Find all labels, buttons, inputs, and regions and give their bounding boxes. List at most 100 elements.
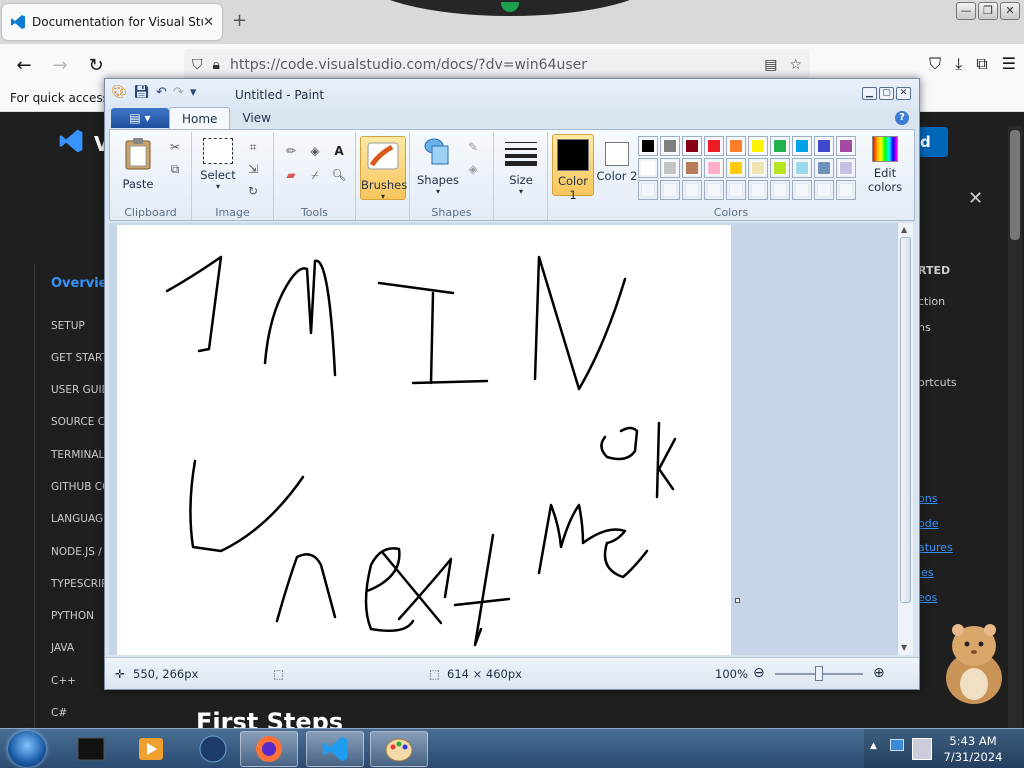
palette-swatch[interactable] [770, 180, 790, 200]
zoom-out-icon[interactable]: ⊖ [753, 665, 765, 681]
brushes-button[interactable]: Brushes ▾ [360, 136, 407, 201]
palette-swatch[interactable] [682, 180, 702, 200]
toc-link[interactable]: ons [918, 492, 937, 505]
palette-swatch[interactable] [814, 136, 834, 156]
taskbar-vscode[interactable] [306, 731, 364, 767]
start-button[interactable] [8, 731, 46, 767]
taskbar-terminal[interactable] [62, 731, 120, 767]
resize-icon[interactable]: ⇲ [244, 160, 262, 178]
palette-swatch[interactable] [814, 158, 834, 178]
taskbar-clock[interactable]: 5:43 AM 7/31/2024 [940, 733, 1006, 765]
palette-swatch[interactable] [770, 136, 790, 156]
toc-link[interactable]: eos [918, 591, 937, 604]
maximize-icon[interactable]: ❐ [978, 2, 998, 20]
canvas-resize-handle[interactable] [735, 598, 740, 603]
size-button[interactable]: Size ▾ [500, 140, 542, 196]
select-button[interactable]: Select ▾ [198, 138, 238, 191]
sidebar-item[interactable]: SOURCE C [51, 416, 105, 428]
palette-swatch[interactable] [814, 180, 834, 200]
palette-swatch[interactable] [660, 180, 680, 200]
color2-button[interactable]: Color 2 [596, 134, 638, 196]
sidebar-item[interactable]: JAVA [51, 642, 74, 654]
palette-swatch[interactable] [770, 158, 790, 178]
menu-icon[interactable]: ☰ [1002, 54, 1016, 74]
reload-icon[interactable]: ↻ [78, 55, 114, 76]
taskbar-browser-alt[interactable] [184, 731, 242, 767]
help-icon[interactable]: ? [895, 111, 909, 125]
toc-item[interactable]: ortcuts [918, 376, 957, 389]
palette-swatch[interactable] [792, 180, 812, 200]
url-text[interactable]: https://code.visualstudio.com/docs/?dv=w… [230, 57, 752, 73]
sidebar-item[interactable]: PYTHON [51, 610, 94, 622]
palette-swatch[interactable] [660, 158, 680, 178]
palette-swatch[interactable] [792, 136, 812, 156]
palette-swatch[interactable] [726, 180, 746, 200]
download-button[interactable]: d [916, 127, 948, 157]
sidebar-item[interactable]: GITHUB CO [51, 481, 110, 493]
color-picker-icon[interactable]: ⌿ [306, 166, 324, 184]
forward-icon[interactable]: → [42, 55, 78, 76]
pocket-icon[interactable]: ⛉ [929, 54, 941, 74]
canvas-vertical-scrollbar[interactable]: ▲ ▼ [897, 223, 913, 655]
sidebar-item[interactable]: NODE.JS / [51, 546, 102, 558]
browser-tab[interactable]: Documentation for Visual Studio ✕ [2, 4, 222, 40]
lock-icon[interactable]: 🔒︎ [213, 57, 220, 73]
palette-swatch[interactable] [792, 158, 812, 178]
tray-app-icon[interactable] [890, 739, 904, 751]
sidebar-item[interactable]: TERMINAL [51, 449, 104, 461]
palette-swatch[interactable] [704, 136, 724, 156]
close-icon[interactable]: ✕ [896, 87, 911, 100]
shapes-button[interactable]: Shapes ▾ [416, 136, 460, 196]
sidebar-item[interactable]: C++ [51, 675, 76, 687]
page-scrollbar[interactable] [1008, 126, 1022, 728]
sidebar-item[interactable]: LANGUAG [51, 513, 103, 525]
shield-icon[interactable]: ⛉ [192, 57, 203, 73]
cut-icon[interactable]: ✂ [166, 138, 184, 156]
palette-swatch[interactable] [748, 158, 768, 178]
palette-swatch[interactable] [704, 158, 724, 178]
toc-link[interactable]: ies [918, 566, 934, 579]
taskbar-firefox[interactable] [240, 731, 298, 767]
palette-swatch[interactable] [638, 136, 658, 156]
vscode-logo-icon[interactable] [58, 128, 84, 154]
undo-icon[interactable]: ↶ [156, 85, 167, 100]
copy-icon[interactable]: ⧉ [166, 160, 184, 178]
sidebar-overview[interactable]: Overvie [51, 276, 108, 291]
sidebar-item[interactable]: GET START [51, 352, 108, 364]
palette-swatch[interactable] [682, 158, 702, 178]
scroll-up-icon[interactable]: ▲ [901, 225, 907, 234]
magnifier-icon[interactable]: 🔍︎ [330, 166, 348, 184]
taskbar-media-player[interactable] [122, 731, 180, 767]
tab-view[interactable]: View [230, 107, 282, 129]
scroll-down-icon[interactable]: ▼ [901, 643, 907, 652]
close-icon[interactable]: ✕ [1000, 2, 1020, 20]
sidebar-item[interactable]: SETUP [51, 320, 85, 332]
palette-swatch[interactable] [836, 180, 856, 200]
palette-swatch[interactable] [704, 180, 724, 200]
edit-colors-button[interactable]: Edit colors [862, 136, 908, 194]
extensions-icon[interactable]: ⧉ [976, 54, 987, 74]
rotate-icon[interactable]: ↻ [244, 182, 262, 200]
back-icon[interactable]: ← [6, 55, 42, 76]
reader-view-icon[interactable]: ▤ [764, 57, 777, 73]
zoom-slider[interactable] [775, 666, 863, 681]
zoom-in-icon[interactable]: ⊕ [873, 665, 885, 681]
minimize-icon[interactable]: ▁ [862, 87, 877, 100]
fill-shape-icon[interactable]: ◈ [464, 160, 482, 178]
outline-icon[interactable]: ✎ [464, 138, 482, 156]
sidebar-item[interactable]: TYPESCRIP [51, 578, 108, 590]
text-icon[interactable]: A [330, 142, 348, 160]
sidebar-item[interactable]: C# [51, 707, 67, 719]
fill-icon[interactable]: ◈ [306, 142, 324, 160]
close-banner-icon[interactable]: ✕ [968, 188, 983, 209]
palette-swatch[interactable] [660, 136, 680, 156]
toc-link[interactable]: ode [918, 517, 938, 530]
sidebar-item[interactable]: USER GUID [51, 384, 110, 396]
address-bar[interactable]: ⛉ 🔒︎ https://code.visualstudio.com/docs/… [184, 49, 810, 81]
palette-swatch[interactable] [682, 136, 702, 156]
bookmark-star-icon[interactable]: ☆ [789, 57, 802, 73]
palette-swatch[interactable] [836, 158, 856, 178]
palette-swatch[interactable] [726, 158, 746, 178]
taskbar-paint[interactable] [370, 731, 428, 767]
palette-swatch[interactable] [638, 158, 658, 178]
